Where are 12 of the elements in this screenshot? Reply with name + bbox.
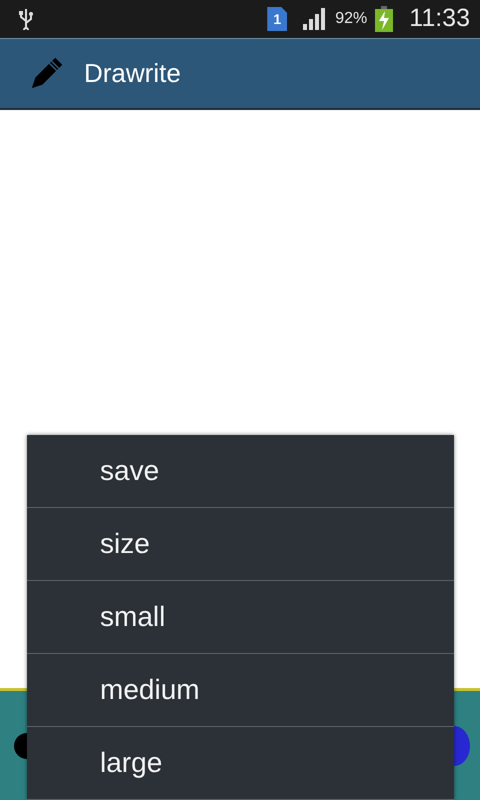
- menu-item[interactable]: save: [27, 435, 454, 508]
- menu-item[interactable]: large: [27, 727, 454, 800]
- clock-time: 11:33: [409, 3, 470, 34]
- usb-icon: [18, 8, 34, 30]
- sim-card-icon: 1: [267, 7, 288, 31]
- app-title: Drawrite: [84, 57, 181, 90]
- battery-percent: 92%: [335, 9, 368, 29]
- menu-item[interactable]: small: [27, 581, 454, 654]
- menu-item[interactable]: size: [27, 508, 454, 581]
- battery-charging-icon: [375, 6, 394, 32]
- signal-icon: [303, 8, 328, 30]
- menu-item[interactable]: medium: [27, 654, 454, 727]
